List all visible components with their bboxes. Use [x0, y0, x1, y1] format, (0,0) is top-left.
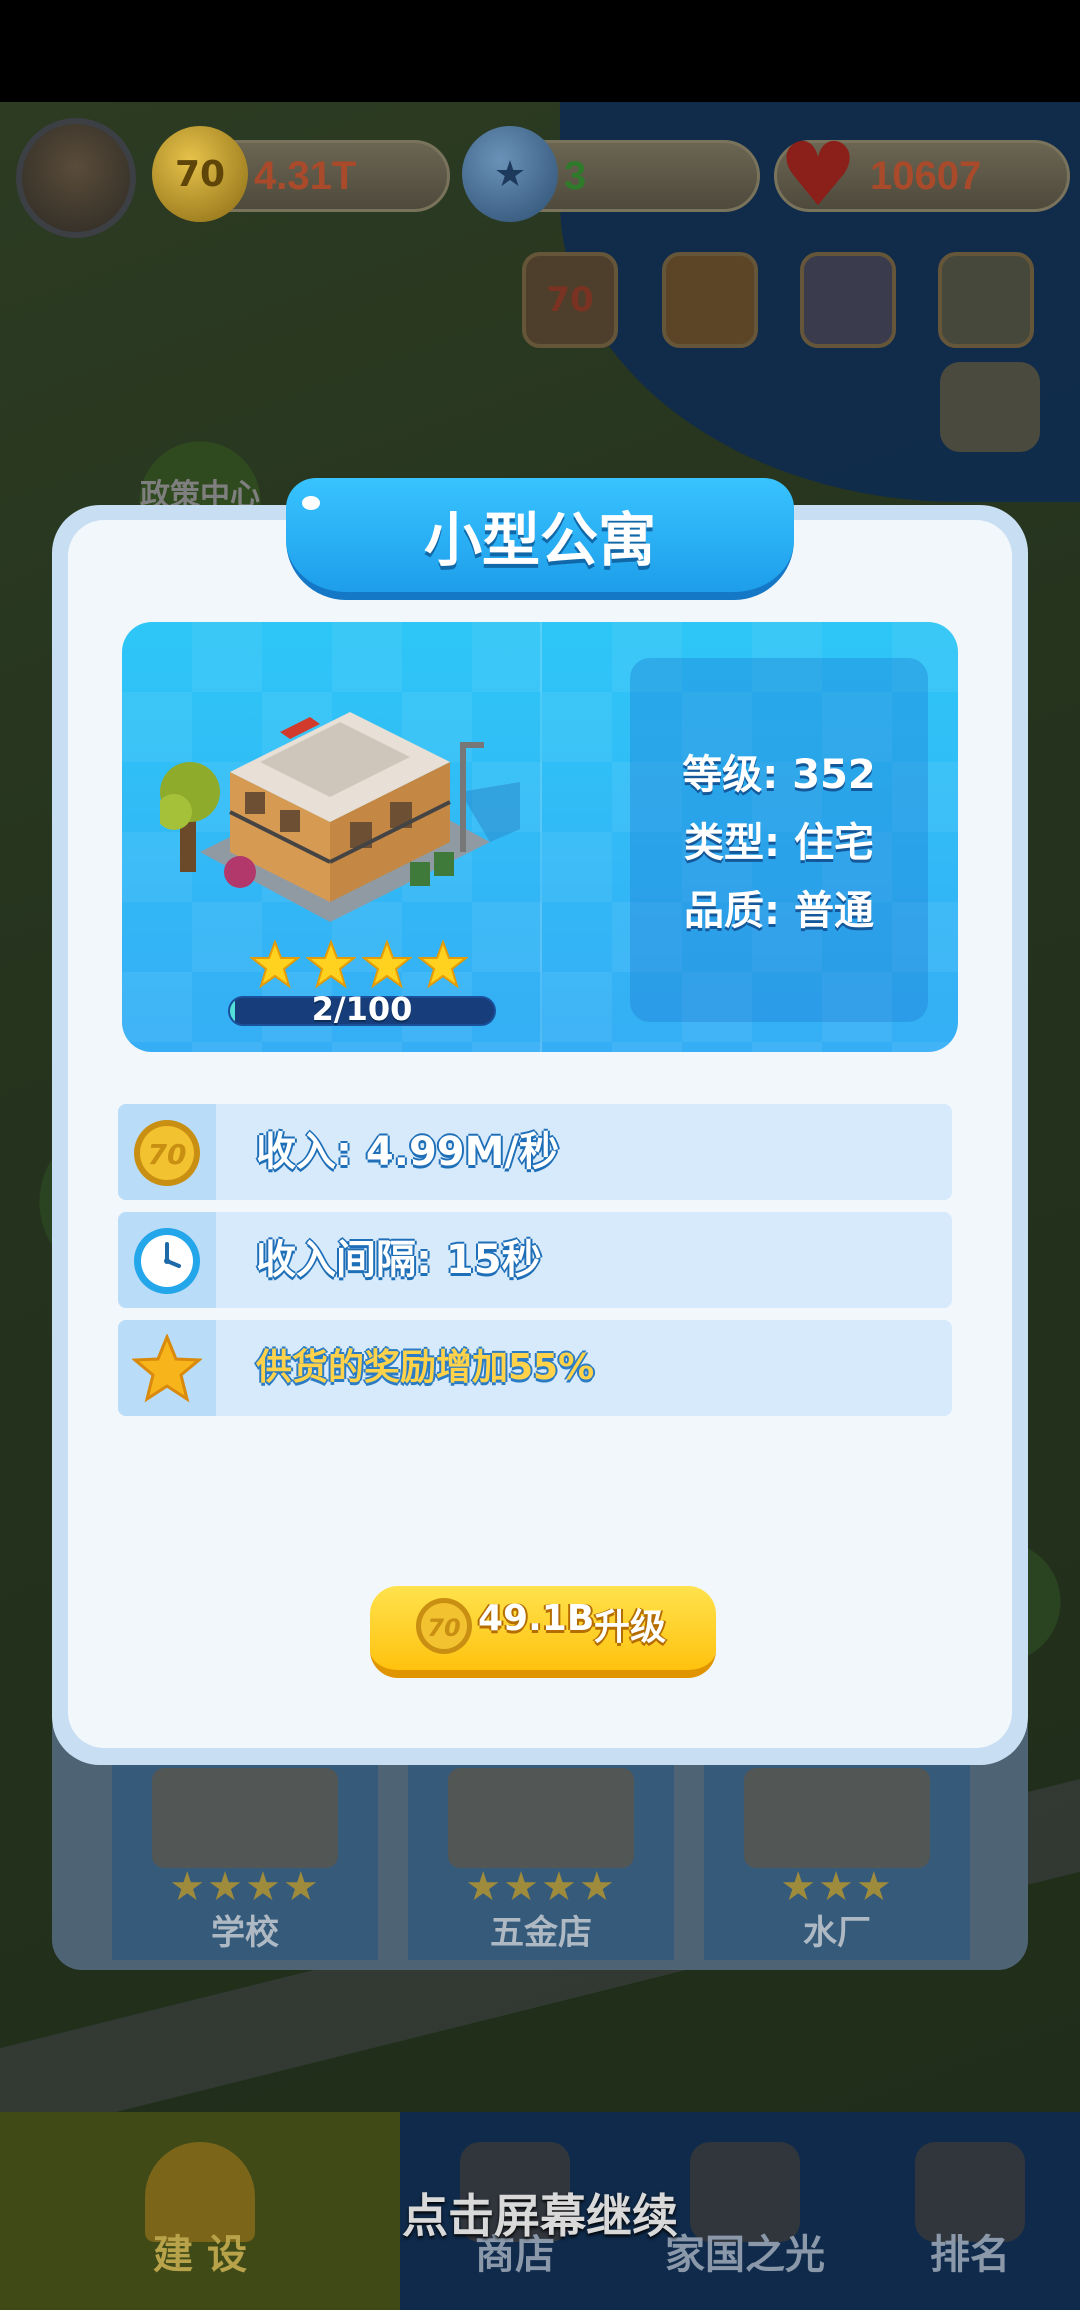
preview-divider — [540, 622, 542, 1052]
build-card-hardware-store[interactable]: ★★★★ 五金店 — [408, 1760, 674, 1960]
coin-icon: 70 — [416, 1598, 472, 1654]
player-avatar[interactable] — [16, 118, 136, 238]
gem-amount: 3 — [564, 154, 587, 198]
status-bar — [0, 0, 1080, 102]
card-label: 学校 — [211, 1913, 279, 1953]
card-stars: ★★★ — [780, 1864, 894, 1910]
card-label: 五金店 — [490, 1913, 592, 1953]
rating-star-icon — [362, 940, 412, 989]
upgrade-price: 49.1B — [478, 1598, 595, 1639]
svg-text:70: 70 — [427, 1614, 460, 1642]
megaphone-icon[interactable] — [940, 362, 1040, 452]
income-interval-row: 收入间隔: 15秒 — [118, 1212, 952, 1308]
build-card-water-plant[interactable]: ★★★ 水厂 — [704, 1760, 970, 1960]
rocket-button[interactable] — [800, 252, 896, 348]
small-apartment-building-image — [160, 712, 520, 922]
building-quality: 品质: 普通 — [684, 888, 874, 934]
school-building-icon — [152, 1768, 338, 1868]
hardware-store-building-icon — [448, 1768, 634, 1868]
card-stars: ★★★★ — [169, 1864, 321, 1910]
supply-bonus-row: 供货的奖励增加55% — [118, 1320, 952, 1416]
task-list-button[interactable] — [938, 252, 1034, 348]
building-star-rating — [250, 940, 490, 992]
coin-icon: 70 — [152, 126, 248, 222]
event-70-button[interactable]: 70 — [522, 252, 618, 348]
star-icon — [132, 1334, 202, 1403]
tap-to-continue-text[interactable]: 点击屏幕继续 — [0, 2180, 1080, 2246]
upgrade-label: 升级 — [594, 1607, 667, 1648]
income-text: 收入: 4.99M/秒 — [256, 1129, 560, 1175]
income-interval-text: 收入间隔: 15秒 — [256, 1237, 542, 1283]
building-preview: 2/100 等级: 352 类型: 住宅 品质: 普通 — [122, 622, 958, 1052]
svg-text:70: 70 — [148, 1138, 187, 1171]
clock-icon — [134, 1228, 200, 1294]
building-type: 类型: 住宅 — [684, 820, 874, 866]
card-label: 水厂 — [803, 1913, 871, 1953]
star-medal-icon: ★ — [462, 126, 558, 222]
upgrade-button[interactable]: 70 49.1B 升级 — [370, 1586, 716, 1678]
title-shine — [302, 496, 320, 510]
dialog-title: 小型公寓 — [423, 506, 656, 574]
handshake-button[interactable] — [662, 252, 758, 348]
heart-icon: ♥ — [778, 122, 858, 226]
building-progress-text: 2/100 — [311, 990, 413, 1028]
income-row: 70 收入: 4.99M/秒 — [118, 1104, 952, 1200]
supply-bonus-text: 供货的奖励增加55% — [256, 1347, 595, 1388]
build-card-school[interactable]: ★★★★ 学校 — [112, 1760, 378, 1960]
heart-amount: 10607 — [870, 154, 982, 198]
coin-icon: 70 — [134, 1120, 200, 1186]
dialog-title-banner: 小型公寓 — [286, 478, 794, 600]
rating-star-icon — [418, 940, 468, 989]
building-level: 等级: 352 — [682, 752, 876, 798]
coin-amount: 4.31T — [254, 154, 357, 198]
rating-star-icon — [306, 940, 356, 989]
card-stars: ★★★★ — [465, 1864, 617, 1910]
building-info-box: 等级: 352 类型: 住宅 品质: 普通 — [630, 658, 928, 1022]
water-plant-building-icon — [744, 1768, 930, 1868]
rating-star-icon — [250, 940, 300, 989]
